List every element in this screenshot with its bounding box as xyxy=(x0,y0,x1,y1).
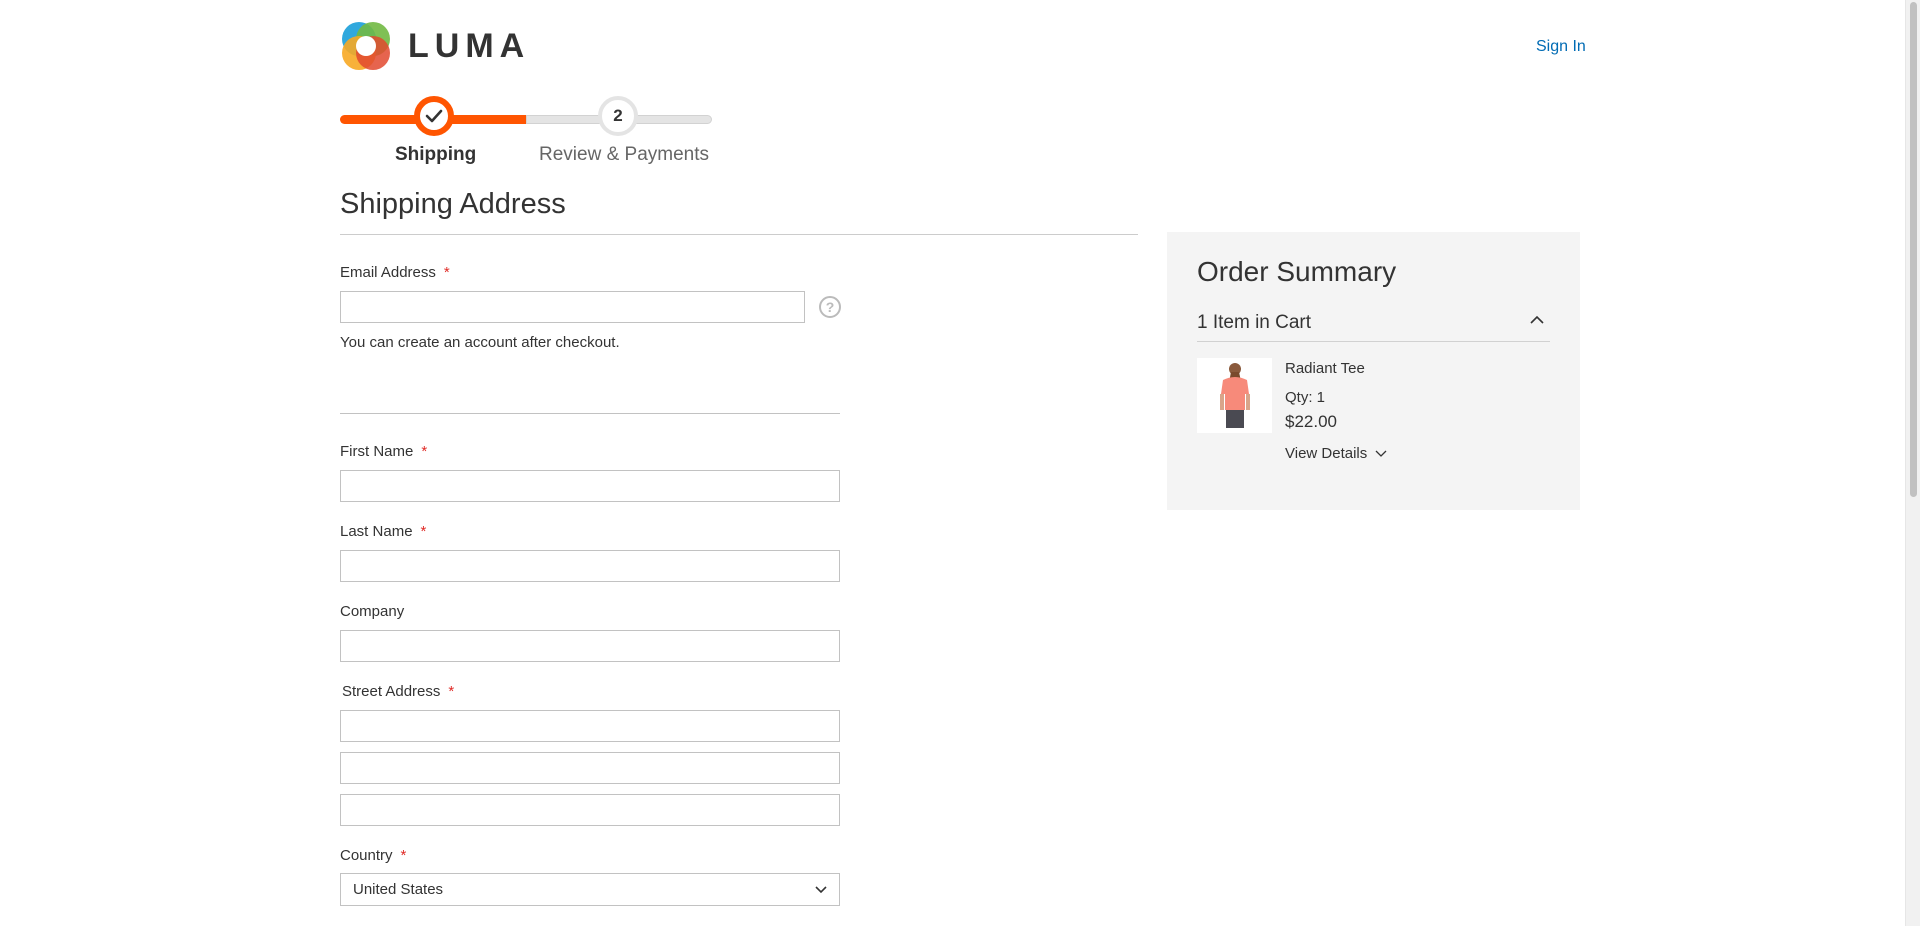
checkmark-icon xyxy=(425,109,443,123)
chevron-down-icon xyxy=(815,885,827,893)
street-address-line-2[interactable] xyxy=(340,752,840,784)
form-divider xyxy=(340,413,840,414)
page-scrollbar[interactable] xyxy=(1905,0,1920,926)
street-address-label: Street Address * xyxy=(342,683,454,700)
title-divider xyxy=(340,234,1138,235)
checkout-page: LUMA Sign In 2 Shipping Review & Payment… xyxy=(0,0,1920,926)
order-summary: Order Summary 1 Item in Cart Radiant Tee… xyxy=(1167,232,1580,510)
scrollbar-thumb[interactable] xyxy=(1910,2,1917,497)
product-qty: Qty: 1 xyxy=(1285,389,1326,406)
sign-in-link[interactable]: Sign In xyxy=(1536,38,1586,56)
required-mark: * xyxy=(400,847,407,864)
first-name-label-text: First Name xyxy=(340,443,414,460)
country-selected-value: United States xyxy=(353,881,444,898)
luma-logo[interactable]: LUMA xyxy=(340,20,530,72)
product-name: Radiant Tee xyxy=(1285,360,1365,377)
company-label-text: Company xyxy=(340,603,405,620)
street-address-line-1[interactable] xyxy=(340,710,840,742)
email-label-text: Email Address xyxy=(340,264,436,281)
luma-logo-icon xyxy=(342,22,390,70)
chevron-down-icon xyxy=(1375,450,1387,457)
required-mark: * xyxy=(448,683,455,700)
country-label: Country * xyxy=(340,847,406,864)
email-label: Email Address * xyxy=(340,264,450,281)
step-review-indicator: 2 xyxy=(598,96,638,136)
last-name-label: Last Name * xyxy=(340,523,426,540)
cart-item-count: 1 Item in Cart xyxy=(1197,312,1312,333)
product-image-radiant-tee xyxy=(1219,362,1250,428)
country-label-text: Country xyxy=(340,847,393,864)
first-name-input[interactable] xyxy=(340,470,840,502)
company-label: Company xyxy=(340,603,404,620)
cart-items-toggle[interactable]: 1 Item in Cart xyxy=(1197,310,1550,342)
street-address-label-text: Street Address xyxy=(342,683,441,700)
email-input[interactable] xyxy=(340,291,805,323)
required-mark: * xyxy=(421,443,428,460)
help-icon[interactable]: ? xyxy=(819,296,841,318)
chevron-up-icon xyxy=(1530,315,1544,324)
first-name-label: First Name * xyxy=(340,443,427,460)
last-name-label-text: Last Name xyxy=(340,523,413,540)
logo-text: LUMA xyxy=(408,26,531,65)
country-select[interactable]: United States xyxy=(340,873,840,906)
email-note: You can create an account after checkout… xyxy=(340,334,620,351)
step-review-label[interactable]: Review & Payments xyxy=(539,144,709,166)
product-thumbnail xyxy=(1197,358,1272,433)
shipping-address-title: Shipping Address xyxy=(340,188,566,220)
product-price: $22.00 xyxy=(1285,412,1337,431)
required-mark: * xyxy=(420,523,427,540)
checkout-progress: 2 Shipping Review & Payments xyxy=(340,96,712,172)
street-address-line-3[interactable] xyxy=(340,794,840,826)
view-details-toggle[interactable]: View Details xyxy=(1285,445,1387,462)
order-summary-title: Order Summary xyxy=(1197,256,1397,287)
view-details-label: View Details xyxy=(1285,445,1368,462)
step-shipping-indicator xyxy=(414,96,454,136)
required-mark: * xyxy=(443,264,450,281)
last-name-input[interactable] xyxy=(340,550,840,582)
company-input[interactable] xyxy=(340,630,840,662)
step-shipping-label: Shipping xyxy=(395,144,477,165)
